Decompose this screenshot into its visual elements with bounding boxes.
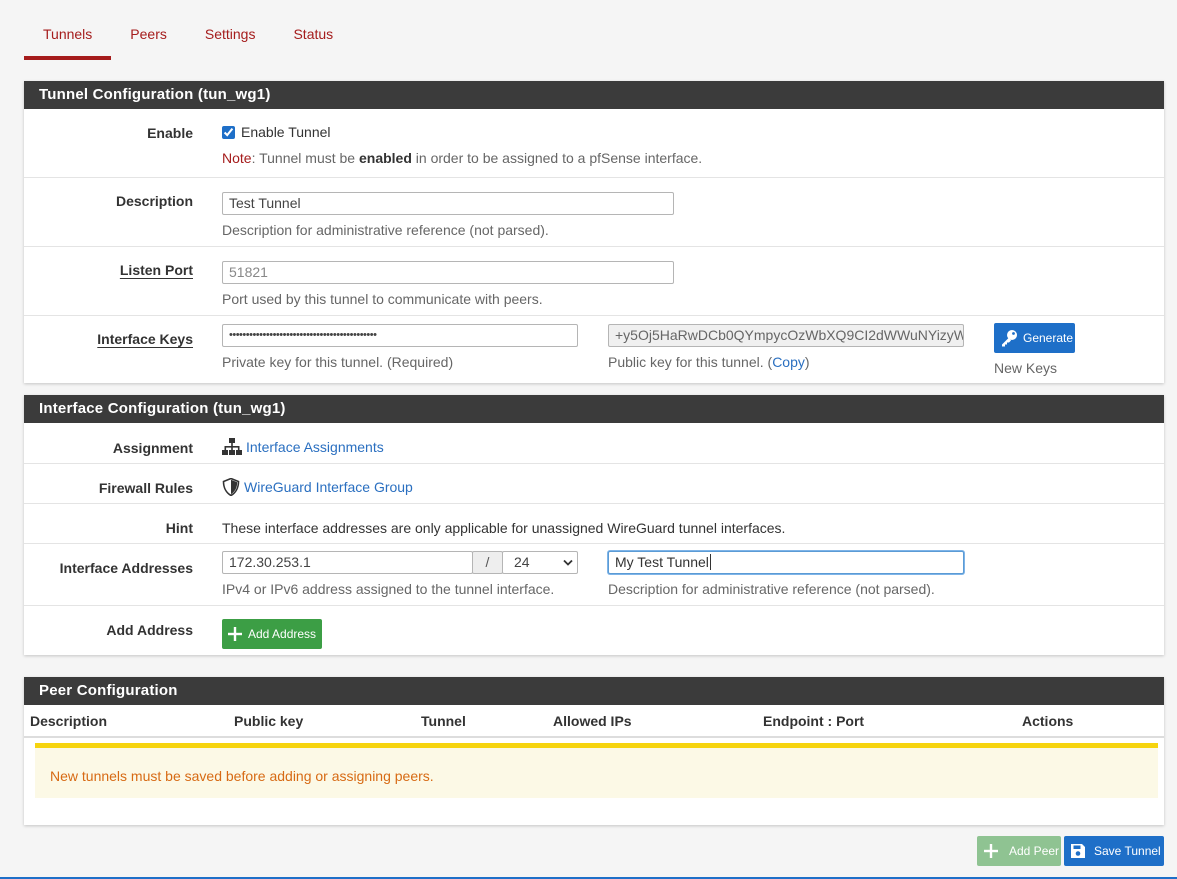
address-separator: / — [472, 551, 503, 574]
tab-tunnels[interactable]: Tunnels — [24, 0, 112, 60]
key-icon — [1002, 330, 1017, 347]
add-address-button-label: Add Address — [248, 627, 317, 641]
alert-text: New tunnels must be saved before adding … — [50, 768, 434, 784]
col-endpoint-port: Endpoint : Port — [763, 713, 865, 729]
enable-tunnel-checkbox[interactable]: Enable Tunnel — [222, 124, 331, 140]
text-cursor — [709, 554, 711, 570]
enable-row: Enable Enable Tunnel Note: Tunnel must b… — [24, 109, 1164, 178]
hint-text: These interface addresses are only appli… — [222, 520, 786, 536]
firewall-rules-label: Firewall Rules — [98, 480, 193, 496]
add-address-row: Add Address Add Address — [24, 606, 1164, 655]
add-peer-button[interactable]: Add Peer — [977, 836, 1061, 866]
tunnel-config-heading: Tunnel Configuration (tun_wg1) — [24, 81, 1164, 109]
save-tunnel-button[interactable]: Save Tunnel — [1064, 836, 1164, 866]
description-input[interactable]: Test Tunnel — [222, 192, 674, 215]
private-key-input[interactable]: ••••••••••••••••••••••••••••••••••••••••… — [222, 324, 578, 347]
interface-keys-label: Interface Keys — [97, 331, 193, 347]
private-key-help: Private key for this tunnel. (Required) — [222, 354, 454, 370]
interface-config-heading: Interface Configuration (tun_wg1) — [24, 395, 1164, 423]
note-bold: enabled — [358, 150, 412, 166]
col-tunnel: Tunnel — [421, 713, 466, 729]
plus-icon — [228, 627, 242, 641]
generate-keys-button[interactable]: Generate — [994, 323, 1075, 353]
enable-label: Enable — [147, 125, 193, 141]
assignment-row: Assignment Interface Assignments — [24, 423, 1164, 464]
note-prefix: Note — [222, 150, 252, 166]
save-first-alert: New tunnels must be saved before adding … — [35, 743, 1158, 798]
hint-label: Hint — [165, 520, 193, 536]
hint-row: Hint These interface addresses are only … — [24, 504, 1164, 544]
tab-bar: Tunnels Peers Settings Status — [24, 0, 352, 60]
cidr-select[interactable]: 24 — [502, 551, 578, 574]
public-key-help: Public key for this tunnel. (Copy) — [608, 354, 810, 370]
enable-note: Note: Tunnel must be enabled in order to… — [222, 150, 702, 166]
shield-icon — [222, 478, 240, 496]
description-help: Description for administrative reference… — [222, 222, 549, 238]
address-description-input[interactable]: My Test Tunnel — [608, 551, 964, 574]
add-address-button[interactable]: Add Address — [222, 619, 322, 649]
col-allowed-ips: Allowed IPs — [553, 713, 632, 729]
plus-icon — [984, 844, 998, 858]
listen-port-row: Listen Port 51821 Port used by this tunn… — [24, 247, 1164, 316]
table-header-divider — [24, 736, 1164, 738]
interface-assignments-link[interactable]: Interface Assignments — [222, 438, 384, 456]
interface-addresses-label: Interface Addresses — [59, 560, 193, 576]
save-tunnel-label: Save Tunnel — [1094, 844, 1161, 858]
address-description-value: My Test Tunnel — [615, 554, 709, 570]
peer-config-heading: Peer Configuration — [24, 677, 1164, 705]
tab-settings[interactable]: Settings — [186, 0, 275, 60]
tab-status[interactable]: Status — [274, 0, 352, 60]
firewall-rules-row: Firewall Rules WireGuard Interface Group — [24, 464, 1164, 504]
description-label: Description — [115, 193, 193, 209]
tunnel-config-panel: Tunnel Configuration (tun_wg1) Enable En… — [24, 81, 1164, 383]
add-peer-label: Add Peer — [1009, 844, 1060, 858]
generate-label: Generate — [1023, 331, 1074, 345]
enable-checkbox-input[interactable] — [222, 125, 235, 139]
add-address-label: Add Address — [106, 622, 193, 638]
listen-port-input[interactable]: 51821 — [222, 261, 674, 284]
col-actions: Actions — [1022, 713, 1074, 729]
copy-link[interactable]: Copy — [772, 354, 805, 370]
listen-port-help: Port used by this tunnel to communicate … — [222, 291, 543, 307]
public-key-help-before: Public key for this tunnel. ( — [608, 354, 773, 370]
wireguard-interface-group-link[interactable]: WireGuard Interface Group — [222, 478, 413, 496]
tab-peers[interactable]: Peers — [111, 0, 186, 60]
col-public-key: Public key — [234, 713, 304, 729]
interface-addresses-row: Interface Addresses 172.30.253.1 / 24 My… — [24, 544, 1164, 606]
address-description-help: Description for administrative reference… — [608, 581, 935, 597]
cidr-value: 24 — [514, 554, 530, 570]
save-icon — [1071, 844, 1085, 858]
enable-checkbox-label: Enable Tunnel — [241, 124, 331, 140]
note-text-after: in order to be assigned to a pfSense int… — [411, 150, 703, 166]
interface-address-input[interactable]: 172.30.253.1 — [222, 551, 473, 574]
interface-config-panel: Interface Configuration (tun_wg1) Assign… — [24, 395, 1164, 655]
wireguard-interface-group-link-text: WireGuard Interface Group — [244, 479, 413, 495]
peer-config-panel: Peer Configuration Description Public ke… — [24, 677, 1164, 825]
listen-port-label: Listen Port — [119, 262, 193, 278]
interface-assignments-link-text: Interface Assignments — [246, 439, 384, 455]
generate-help: New Keys — [994, 360, 1058, 376]
col-description: Description — [30, 713, 108, 729]
interface-keys-row: Interface Keys •••••••••••••••••••••••••… — [24, 316, 1164, 383]
note-text-before: : Tunnel must be — [251, 150, 359, 166]
description-row: Description Test Tunnel Description for … — [24, 178, 1164, 247]
interface-address-help: IPv4 or IPv6 address assigned to the tun… — [222, 581, 555, 597]
sitemap-icon — [222, 438, 242, 455]
chevron-down-icon — [563, 559, 573, 566]
assignment-label: Assignment — [112, 440, 193, 456]
public-key-input[interactable]: +y5Oj5HaRwDCb0QYmpycOzWbXQ9CI2dWWuNYizyW… — [608, 324, 964, 347]
public-key-help-after: ) — [804, 354, 810, 370]
